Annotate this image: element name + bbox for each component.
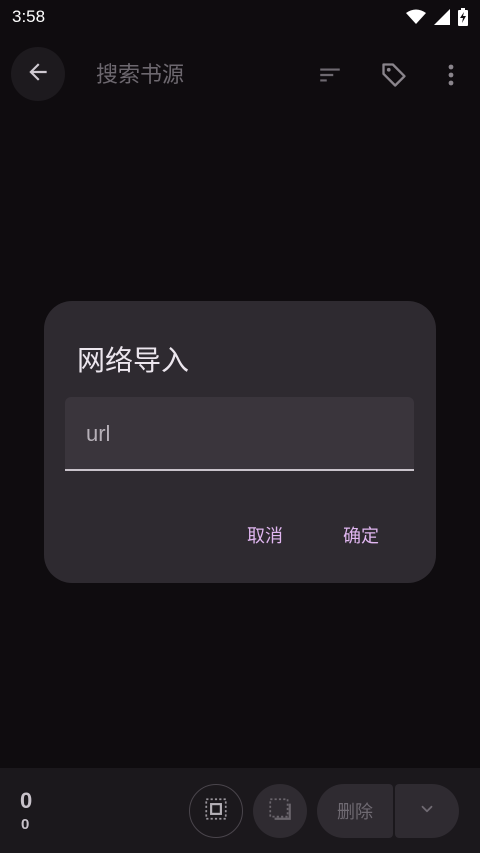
cancel-button[interactable]: 取消 bbox=[235, 515, 295, 555]
delete-button[interactable]: 删除 bbox=[317, 784, 393, 838]
dialog-title: 网络导入 bbox=[77, 344, 190, 377]
import-dialog: 网络导入 取消 确定 bbox=[44, 301, 436, 583]
select-invert-icon bbox=[267, 796, 293, 826]
select-all-icon bbox=[203, 796, 229, 826]
more-actions-button[interactable] bbox=[395, 784, 459, 838]
total-count: 0 bbox=[21, 816, 30, 833]
chevron-down-icon bbox=[418, 800, 436, 822]
selected-count: 0 bbox=[20, 788, 33, 813]
bottom-bar: 0 0 删除 bbox=[0, 768, 480, 853]
select-all-button[interactable] bbox=[189, 784, 243, 838]
confirm-button[interactable]: 确定 bbox=[331, 515, 391, 555]
url-field[interactable] bbox=[65, 397, 414, 471]
select-invert-button[interactable] bbox=[253, 784, 307, 838]
url-input[interactable] bbox=[86, 419, 386, 449]
